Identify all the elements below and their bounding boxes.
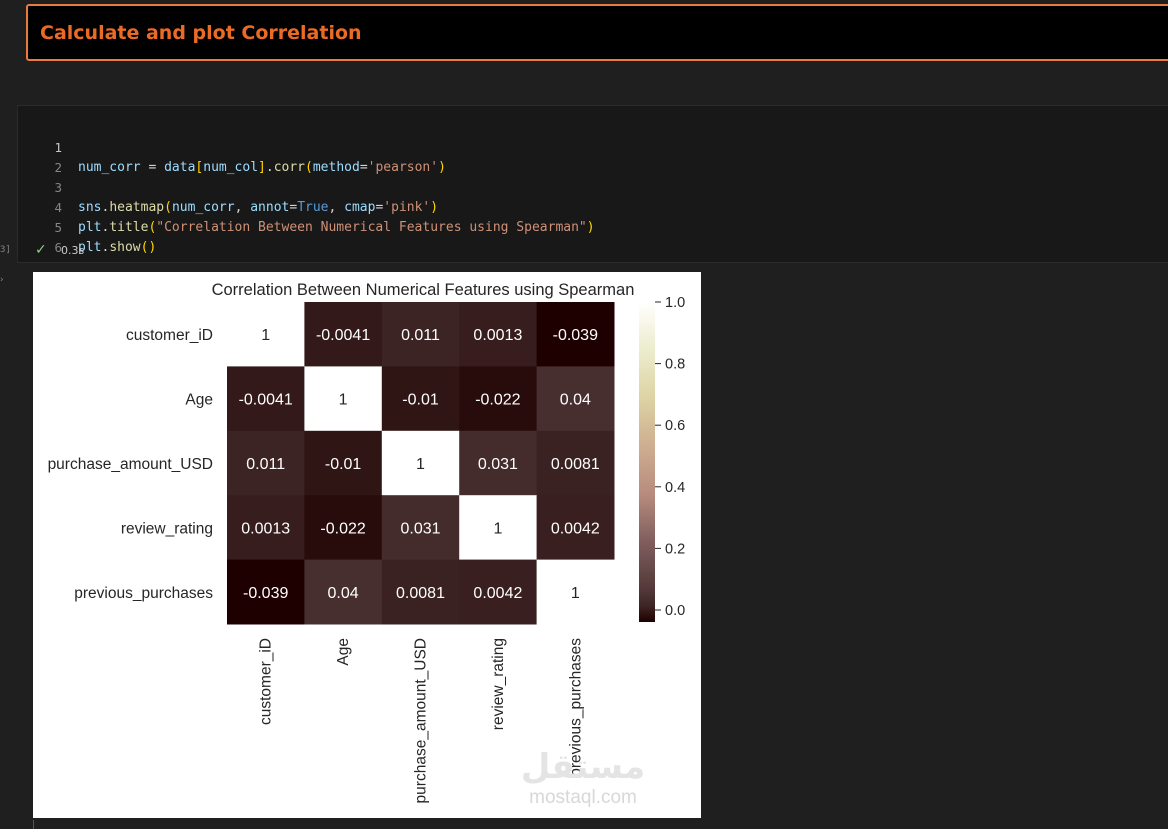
cell-annotation: 0.0081 [396,585,445,602]
code-line[interactable]: 3 sns.heatmap(num_corr, annot=True, cmap… [18,158,1118,215]
cell-annotation: 0.0042 [473,585,522,602]
row-label: review_rating [121,520,213,537]
column-label: purchase_amount_USD [413,638,430,803]
checkmark-icon: ✓ [35,242,47,258]
output-figure: Correlation Between Numerical Features u… [33,272,701,818]
column-label: review_rating [490,638,507,730]
cell-annotation: -0.01 [325,456,362,473]
colorbar [639,302,655,622]
cell-annotation: -0.0041 [316,327,370,344]
cell-annotation: 0.011 [401,327,440,344]
cell-annotation: 1 [416,456,425,473]
row-label: customer_iD [126,327,213,344]
execution-count: 3] [0,245,11,255]
colorbar-tick-label: 1.0 [665,295,685,311]
colorbar-tick-label: 0.2 [665,541,685,557]
cell-divider [33,820,41,829]
column-label: Age [335,638,352,666]
row-label: purchase_amount_USD [48,456,213,473]
watermark: مستقل mostaql.com [513,747,653,809]
code-line[interactable]: 5 plt.show() [18,198,1118,255]
row-label: previous_purchases [74,585,213,602]
cell-annotation: 0.04 [560,392,591,409]
cell-annotation: -0.039 [553,327,598,344]
cell-annotation: 0.0013 [241,520,290,537]
watermark-url: mostaql.com [529,787,637,808]
colorbar-tick-label: 0.8 [665,357,685,373]
markdown-heading: Calculate and plot Correlation [40,22,362,44]
cell-annotation: 0.0042 [551,520,600,537]
code-line[interactable]: 2 [18,138,1118,175]
code-editor[interactable]: 1 num_corr = data[num_col].corr(method='… [18,113,1168,255]
code-line[interactable]: 1 num_corr = data[num_col].corr(method='… [18,118,1118,175]
cell-annotation: 1 [493,520,502,537]
markdown-cell[interactable]: Calculate and plot Correlation [26,4,1168,61]
watermark-logo: مستقل [520,747,646,787]
cell-annotation: 0.031 [400,520,440,537]
cell-annotation: 0.0081 [551,456,600,473]
column-label: customer_iD [258,638,275,725]
cell-annotation: 0.031 [478,456,518,473]
cell-annotation: 0.011 [246,456,285,473]
cell-annotation: -0.039 [243,585,288,602]
cell-annotation: -0.01 [402,392,439,409]
colorbar-tick-label: 0.6 [665,418,685,434]
colorbar-tick-label: 0.0 [665,603,685,619]
cell-annotation: 1 [339,392,348,409]
colorbar-tick-label: 0.4 [665,480,685,496]
code-line[interactable]: 4 plt.title("Correlation Between Numeric… [18,178,1118,235]
row-label: Age [185,392,213,409]
code-line-text: plt.show() [78,240,157,255]
cell-annotation: -0.022 [475,392,520,409]
output-collapse-icon[interactable]: › [0,275,4,285]
cell-annotation: 0.0013 [473,327,522,344]
chart-title: Correlation Between Numerical Features u… [212,281,635,299]
heatmap-chart: Correlation Between Numerical Features u… [48,281,686,803]
cell-annotation: 1 [261,327,270,344]
code-line[interactable]: 6 [18,218,1118,255]
cell-annotation: 0.04 [328,585,359,602]
cell-annotation: -0.0041 [239,392,293,409]
cell-annotation: 1 [571,585,580,602]
cell-annotation: -0.022 [320,520,365,537]
code-cell[interactable]: 1 num_corr = data[num_col].corr(method='… [17,105,1168,263]
execution-time: 0.3s [61,244,85,257]
